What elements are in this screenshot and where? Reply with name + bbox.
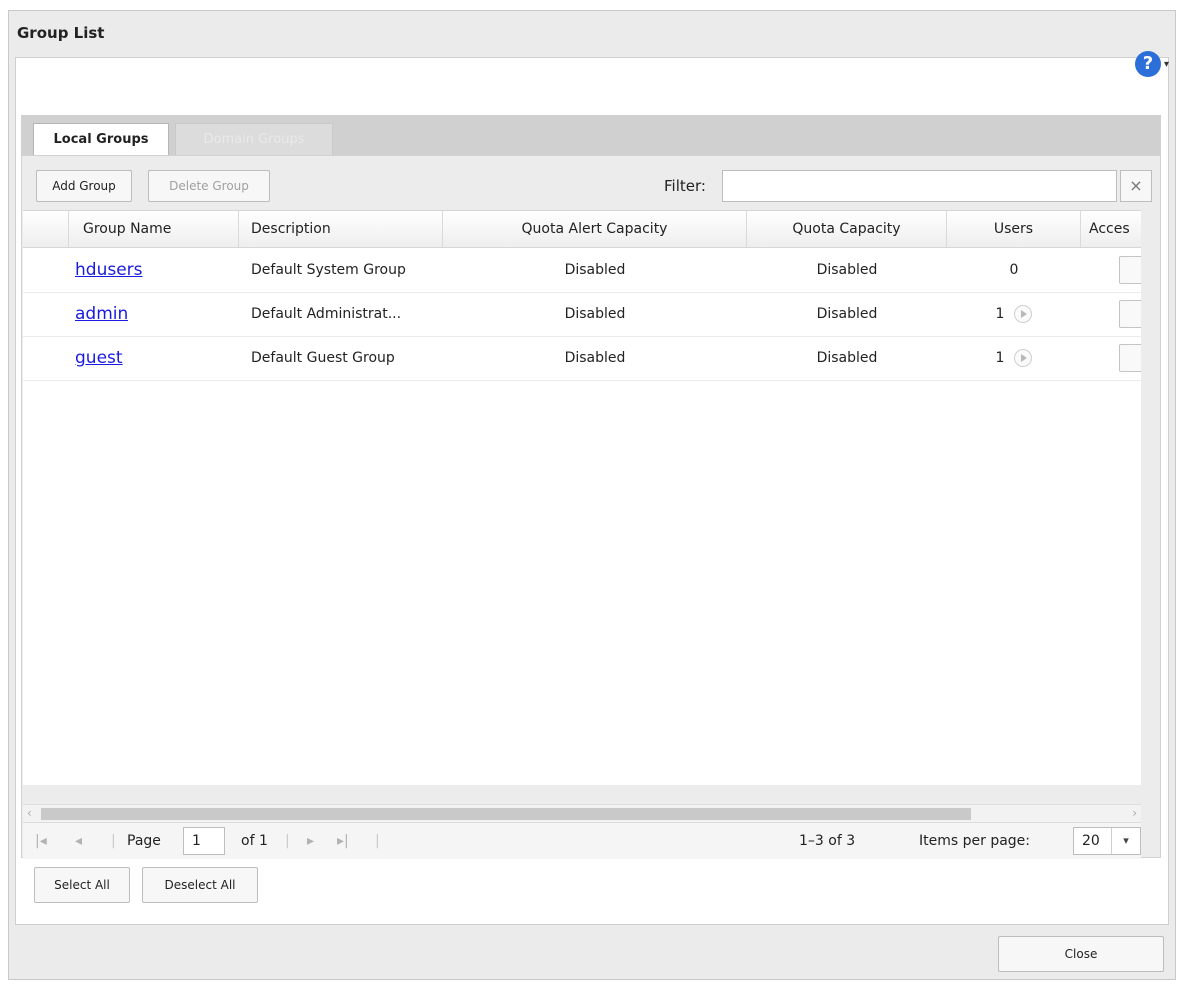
add-group-button[interactable]: Add Group [36,170,132,202]
help-icon: ? [1134,51,1161,77]
page-number-input[interactable]: 1 [183,827,225,855]
header-users[interactable]: Users [947,211,1081,247]
filter-label: Filter: [664,177,706,195]
play-arrow-icon[interactable] [1014,305,1033,323]
access-button[interactable] [1119,344,1141,372]
table-row[interactable]: guest Default Guest Group Disabled Disab… [23,336,1141,381]
group-link-admin[interactable]: admin [75,304,128,324]
row-quota-alert: Disabled [564,350,626,366]
header-quota-capacity[interactable]: Quota Capacity [747,211,947,247]
divider: | [375,833,380,849]
select-all-button[interactable]: Select All [34,867,130,903]
row-users-count: 1 [995,350,1005,366]
chevron-down-icon[interactable]: ▾ [1111,828,1140,854]
tab-local-groups[interactable]: Local Groups [33,123,169,155]
page-of-label: of 1 [241,833,268,849]
filter-input[interactable] [722,170,1117,202]
previous-page-icon[interactable]: ◂ [75,823,82,859]
header-group-name[interactable]: Group Name [69,211,239,247]
next-page-icon[interactable]: ▸ [307,823,314,859]
table-row[interactable]: hdusers Default System Group Disabled Di… [23,248,1141,293]
scrollbar-thumb[interactable] [41,808,971,820]
play-arrow-icon[interactable] [1014,349,1033,367]
pagination-bar: |◂ ◂ | Page 1 of 1 | ▸ ▸| | 1–3 of 3 Ite… [23,822,1141,859]
items-per-page-value: 20 [1082,833,1100,849]
divider: | [285,833,290,849]
groups-panel: Add Group Delete Group Filter: × Group N… [21,155,1161,859]
tab-domain-groups[interactable]: Domain Groups [175,123,333,155]
row-quota: Disabled [816,350,878,366]
group-link-guest[interactable]: guest [75,348,123,368]
clear-filter-button[interactable]: × [1120,170,1152,202]
header-quota-alert-capacity[interactable]: Quota Alert Capacity [443,211,747,247]
row-description: Default Guest Group [251,350,395,366]
row-quota-alert: Disabled [564,306,626,322]
scroll-left-icon[interactable]: ‹ [27,805,32,821]
items-per-page-label: Items per page: [919,833,1031,849]
divider: | [111,833,116,849]
row-users-count: 0 [1009,262,1019,278]
row-quota: Disabled [816,306,878,322]
row-users-count: 1 [995,306,1005,322]
row-description: Default Administrat... [251,306,402,322]
row-quota-alert: Disabled [564,262,626,278]
group-link-hdusers[interactable]: hdusers [75,260,143,280]
tab-strip: Local Groups Domain Groups [21,115,1161,155]
close-button[interactable]: Close [998,936,1164,972]
window-title: Group List [17,24,105,42]
header-checkbox-column [23,211,69,247]
header-access[interactable]: Acces [1081,211,1141,247]
deselect-all-button[interactable]: Deselect All [142,867,258,903]
items-range: 1–3 of 3 [799,833,856,849]
items-per-page-select[interactable]: 20 ▾ [1073,827,1141,855]
help-menu-button[interactable]: ? ▾ [1134,51,1169,77]
last-page-icon[interactable]: ▸| [337,823,349,859]
access-button[interactable] [1119,256,1141,284]
table-header: Group Name Description Quota Alert Capac… [23,211,1141,248]
row-description: Default System Group [251,262,406,278]
horizontal-scrollbar[interactable]: ‹ › [23,804,1141,822]
chevron-down-icon: ▾ [1163,58,1169,70]
close-icon: × [1129,176,1143,195]
first-page-icon[interactable]: |◂ [35,823,47,859]
table-row[interactable]: admin Default Administrat... Disabled Di… [23,292,1141,337]
delete-group-button[interactable]: Delete Group [148,170,270,202]
scroll-right-icon[interactable]: › [1132,805,1137,821]
groups-table: Group Name Description Quota Alert Capac… [23,210,1141,785]
header-description[interactable]: Description [239,211,443,247]
row-quota: Disabled [816,262,878,278]
group-list-window: Group List ? ▾ Local Groups Domain Group… [8,10,1176,980]
page-label: Page [127,833,161,849]
access-button[interactable] [1119,300,1141,328]
